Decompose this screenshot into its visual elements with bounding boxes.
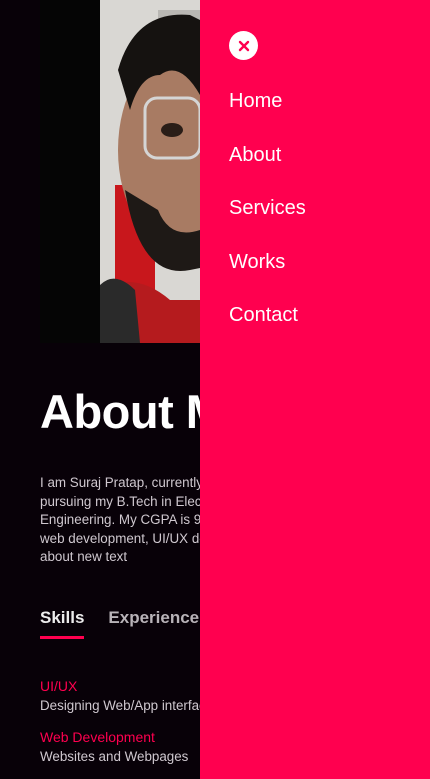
menu-item-home: Home — [229, 87, 306, 141]
menu-item-about: About — [229, 141, 306, 195]
menu-link-contact[interactable]: Contact — [229, 301, 298, 329]
close-menu-button[interactable] — [229, 31, 258, 60]
menu-list: Home About Services Works Contact — [229, 87, 306, 355]
tab-experience[interactable]: Experience — [108, 608, 199, 639]
profile-photo — [40, 0, 200, 343]
menu-link-services[interactable]: Services — [229, 194, 306, 222]
tab-skills[interactable]: Skills — [40, 608, 85, 639]
menu-item-services: Services — [229, 194, 306, 248]
menu-link-about[interactable]: About — [229, 141, 281, 169]
profile-photo-illustration — [40, 0, 200, 343]
close-icon — [238, 40, 249, 51]
menu-item-contact: Contact — [229, 301, 306, 355]
side-menu: Home About Services Works Contact — [200, 0, 430, 779]
menu-item-works: Works — [229, 248, 306, 302]
about-tabs: Skills Experience — [40, 608, 199, 639]
menu-link-works[interactable]: Works — [229, 248, 285, 276]
about-title: About M — [40, 385, 225, 438]
menu-link-home[interactable]: Home — [229, 87, 282, 115]
